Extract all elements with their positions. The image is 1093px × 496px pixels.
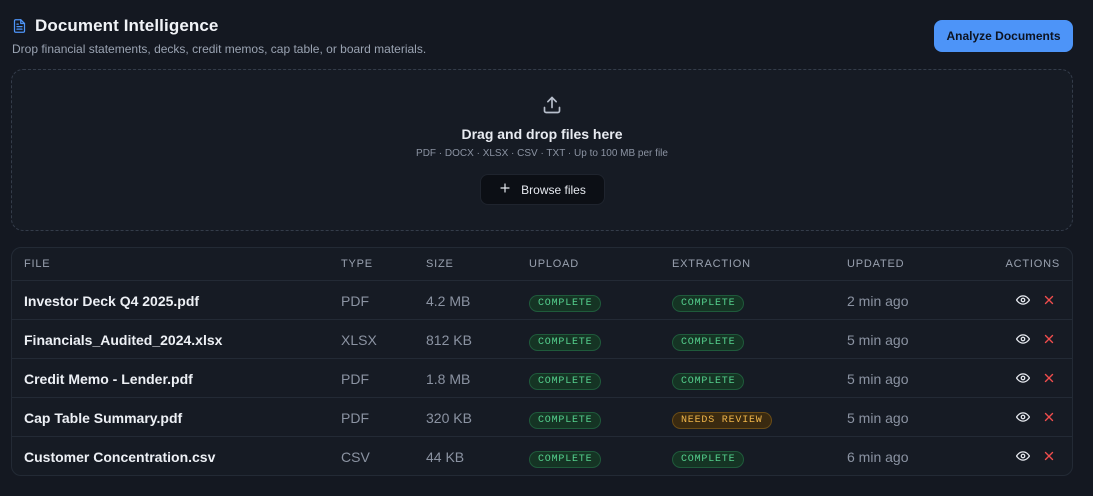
table-row: Financials_Audited_2024.xlsx XLSX 812 KB… [12,320,1072,359]
table-row: Investor Deck Q4 2025.pdf PDF 4.2 MB COM… [12,281,1072,320]
table-row: Customer Concentration.csv CSV 44 KB COM… [12,437,1072,475]
eye-icon[interactable] [1016,449,1030,463]
updated-time: 6 min ago [847,449,909,465]
table-row: Credit Memo - Lender.pdf PDF 1.8 MB COMP… [12,359,1072,398]
browse-files-label: Browse files [521,182,586,197]
file-type: CSV [341,449,370,465]
upload-status-badge: COMPLETE [529,412,602,429]
plus-icon [499,182,511,197]
document-icon [12,18,27,34]
close-icon[interactable] [1042,410,1056,424]
column-header-type: Type [341,258,373,270]
close-icon[interactable] [1042,332,1056,346]
file-size: 4.2 MB [426,293,471,309]
upload-status-badge: COMPLETE [529,451,602,468]
upload-status: COMPLETE [529,292,602,312]
row-actions [1016,410,1056,424]
extraction-status: COMPLETE [672,448,745,468]
file-type: PDF [341,293,369,309]
updated-time: 2 min ago [847,293,909,309]
dropzone-hint: PDF · DOCX · XLSX · CSV · TXT · Up to 10… [416,148,668,159]
file-name: Cap Table Summary.pdf [24,410,183,426]
close-icon[interactable] [1042,449,1056,463]
column-header-actions: Actions [1005,258,1060,270]
row-actions [1016,449,1056,463]
extraction-status: COMPLETE [672,370,745,390]
extraction-status-badge: COMPLETE [672,451,745,468]
extraction-status-badge: COMPLETE [672,373,745,390]
extraction-status-badge: COMPLETE [672,334,745,351]
eye-icon[interactable] [1016,332,1030,346]
column-header-extraction: Extraction [672,258,751,270]
eye-icon[interactable] [1016,371,1030,385]
column-header-updated: Updated [847,258,905,270]
page-subtitle: Drop financial statements, decks, credit… [12,42,427,56]
documents-table: File Type Size Upload Extraction Updated… [11,247,1073,476]
updated-time: 5 min ago [847,332,909,348]
file-type: XLSX [341,332,377,348]
close-icon[interactable] [1042,293,1056,307]
updated-time: 5 min ago [847,410,909,426]
table-header: File Type Size Upload Extraction Updated… [12,248,1072,281]
table-body: Investor Deck Q4 2025.pdf PDF 4.2 MB COM… [12,281,1072,475]
upload-status: COMPLETE [529,448,602,468]
analyze-documents-button[interactable]: Analyze Documents [934,20,1073,52]
extraction-status: COMPLETE [672,292,745,312]
eye-icon[interactable] [1016,293,1030,307]
file-size: 1.8 MB [426,371,471,387]
row-actions [1016,332,1056,346]
file-size: 812 KB [426,332,472,348]
eye-icon[interactable] [1016,410,1030,424]
file-size: 44 KB [426,449,465,465]
row-actions [1016,293,1056,307]
file-name: Credit Memo - Lender.pdf [24,371,193,387]
column-header-upload: Upload [529,258,580,270]
extraction-status-badge: NEEDS REVIEW [672,412,772,429]
file-name: Financials_Audited_2024.xlsx [24,332,223,348]
file-type: PDF [341,410,369,426]
dropzone-title: Drag and drop files here [461,126,623,142]
upload-status-badge: COMPLETE [529,295,602,312]
upload-status: COMPLETE [529,370,602,390]
page-title: Document Intelligence [35,16,219,35]
column-header-file: File [24,258,51,270]
file-type: PDF [341,371,369,387]
browse-files-button[interactable]: Browse files [480,174,605,205]
extraction-status-badge: COMPLETE [672,295,745,312]
column-header-size: Size [426,258,454,270]
title-row: Document Intelligence [12,16,1073,36]
close-icon[interactable] [1042,371,1056,385]
table-row: Cap Table Summary.pdf PDF 320 KB COMPLET… [12,398,1072,437]
file-size: 320 KB [426,410,472,426]
upload-icon [542,95,562,120]
updated-time: 5 min ago [847,371,909,387]
extraction-status: NEEDS REVIEW [672,409,772,429]
upload-status-badge: COMPLETE [529,373,602,390]
file-name: Investor Deck Q4 2025.pdf [24,293,200,309]
page-header: Document Intelligence Drop financial sta… [12,16,1073,60]
file-dropzone[interactable]: Drag and drop files here PDF · DOCX · XL… [11,69,1073,231]
row-actions [1016,371,1056,385]
file-name: Customer Concentration.csv [24,449,216,465]
upload-status: COMPLETE [529,409,602,429]
extraction-status: COMPLETE [672,331,745,351]
upload-status: COMPLETE [529,331,602,351]
upload-status-badge: COMPLETE [529,334,602,351]
